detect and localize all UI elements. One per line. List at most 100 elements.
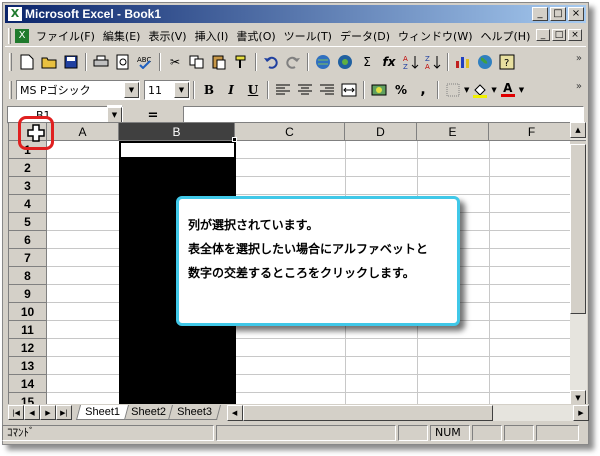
scroll-up-button[interactable]: ▲	[570, 122, 586, 138]
toolbar-grip[interactable]	[9, 53, 12, 71]
sort-descending-icon[interactable]: ZA	[422, 51, 444, 73]
menu-view[interactable]: 表示(V)	[144, 28, 190, 44]
next-sheet-button[interactable]: ▶	[40, 405, 56, 420]
percent-button[interactable]: %	[390, 79, 412, 101]
menu-data[interactable]: データ(D)	[336, 28, 394, 44]
menu-file[interactable]: ファイル(F)	[32, 28, 99, 44]
merge-center-icon[interactable]	[338, 79, 360, 101]
toolbar-grip[interactable]	[9, 81, 12, 99]
column-header-e[interactable]: E	[417, 123, 489, 141]
column-header-f[interactable]: F	[489, 123, 573, 141]
borders-icon[interactable]	[442, 79, 464, 101]
row-header-12[interactable]: 12	[9, 339, 47, 357]
map-icon[interactable]	[474, 51, 496, 73]
row-header-10[interactable]: 10	[9, 303, 47, 321]
first-sheet-button[interactable]: |◀	[8, 405, 24, 420]
minimize-button[interactable]: _	[532, 7, 548, 21]
row-header-8[interactable]: 8	[9, 267, 47, 285]
underline-button[interactable]: U	[242, 79, 264, 101]
menu-tools[interactable]: ツール(T)	[280, 28, 336, 44]
align-right-icon[interactable]	[316, 79, 338, 101]
print-icon[interactable]	[90, 51, 112, 73]
spelling-icon[interactable]: ABC	[134, 51, 156, 73]
fill-color-icon[interactable]	[469, 79, 491, 101]
doc-close-button[interactable]: ×	[568, 29, 582, 41]
column-header-c[interactable]: C	[235, 123, 345, 141]
comma-button[interactable]: ,	[412, 79, 434, 101]
toolbar-options-icon[interactable]: »	[576, 81, 582, 92]
row-header-3[interactable]: 3	[9, 177, 47, 195]
row-header-6[interactable]: 6	[9, 231, 47, 249]
cut-icon[interactable]: ✂	[164, 51, 186, 73]
prev-sheet-button[interactable]: ◀	[24, 405, 40, 420]
horizontal-scrollbar[interactable]: ◀ ▶	[226, 404, 589, 421]
help-icon[interactable]: ?	[496, 51, 518, 73]
menu-edit[interactable]: 編集(E)	[99, 28, 145, 44]
sort-ascending-icon[interactable]: AZ	[400, 51, 422, 73]
row-header-4[interactable]: 4	[9, 195, 47, 213]
redo-icon[interactable]	[282, 51, 304, 73]
excel-app-icon[interactable]: X	[8, 7, 22, 21]
function-icon[interactable]: fx	[378, 51, 400, 73]
font-size-select[interactable]: 11 ▼	[144, 80, 190, 100]
web-toolbar-icon[interactable]	[334, 51, 356, 73]
autosum-icon[interactable]: Σ	[356, 51, 378, 73]
scroll-left-button[interactable]: ◀	[226, 404, 243, 421]
open-icon[interactable]	[38, 51, 60, 73]
tab-sheet3[interactable]: Sheet3	[167, 405, 221, 420]
save-icon[interactable]	[60, 51, 82, 73]
new-icon[interactable]	[16, 51, 38, 73]
active-cell-b1[interactable]	[119, 141, 236, 159]
copy-icon[interactable]	[186, 51, 208, 73]
toolbar-options-icon[interactable]: »	[576, 53, 582, 64]
align-left-icon[interactable]	[272, 79, 294, 101]
vertical-scrollbar[interactable]: ▲ ▼	[570, 122, 587, 406]
undo-icon[interactable]	[260, 51, 282, 73]
font-name-select[interactable]: MS Pゴシック ▼	[16, 80, 140, 100]
print-preview-icon[interactable]	[112, 51, 134, 73]
menu-window[interactable]: ウィンドウ(W)	[394, 28, 476, 44]
menu-grip[interactable]	[8, 27, 11, 44]
chevron-down-icon[interactable]: ▼	[519, 86, 524, 94]
callout-line-1: 列が選択されています。	[188, 218, 319, 232]
fill-handle[interactable]	[232, 137, 237, 142]
column-header-d[interactable]: D	[345, 123, 417, 141]
hscroll-thumb[interactable]	[242, 404, 493, 421]
title-bar[interactable]: X Microsoft Excel - Book1 _ □ ×	[5, 5, 586, 23]
tab-sheet2[interactable]: Sheet2	[121, 405, 175, 420]
format-painter-icon[interactable]	[230, 51, 252, 73]
align-center-icon[interactable]	[294, 79, 316, 101]
menu-format[interactable]: 書式(O)	[232, 28, 279, 44]
row-header-5[interactable]: 5	[9, 213, 47, 231]
paste-icon[interactable]	[208, 51, 230, 73]
currency-icon[interactable]	[368, 79, 390, 101]
italic-button[interactable]: I	[220, 79, 242, 101]
equals-button[interactable]: =	[123, 108, 183, 123]
maximize-button[interactable]: □	[550, 7, 566, 21]
row-header-9[interactable]: 9	[9, 285, 47, 303]
column-header-b[interactable]: B	[119, 123, 235, 141]
menu-help[interactable]: ヘルプ(H)	[477, 28, 535, 44]
chevron-down-icon[interactable]: ▼	[107, 107, 122, 123]
doc-restore-button[interactable]: □	[552, 29, 566, 41]
row-header-11[interactable]: 11	[9, 321, 47, 339]
hyperlink-icon[interactable]	[312, 51, 334, 73]
menu-insert[interactable]: 挿入(I)	[191, 28, 233, 44]
column-header-a[interactable]: A	[47, 123, 119, 141]
font-color-icon[interactable]: A	[497, 79, 519, 101]
row-header-7[interactable]: 7	[9, 249, 47, 267]
last-sheet-button[interactable]: ▶|	[56, 405, 72, 420]
row-header-14[interactable]: 14	[9, 375, 47, 393]
tab-sheet1[interactable]: Sheet1	[75, 405, 129, 420]
chevron-down-icon[interactable]: ▼	[174, 82, 189, 98]
row-header-2[interactable]: 2	[9, 159, 47, 177]
scroll-thumb[interactable]	[570, 144, 586, 314]
chart-wizard-icon[interactable]	[452, 51, 474, 73]
bold-button[interactable]: B	[198, 79, 220, 101]
row-header-13[interactable]: 13	[9, 357, 47, 375]
close-button[interactable]: ×	[568, 7, 584, 21]
doc-minimize-button[interactable]: _	[536, 29, 550, 41]
scroll-right-button[interactable]: ▶	[573, 404, 589, 421]
chevron-down-icon[interactable]: ▼	[124, 82, 139, 98]
document-icon[interactable]: X	[15, 28, 29, 43]
